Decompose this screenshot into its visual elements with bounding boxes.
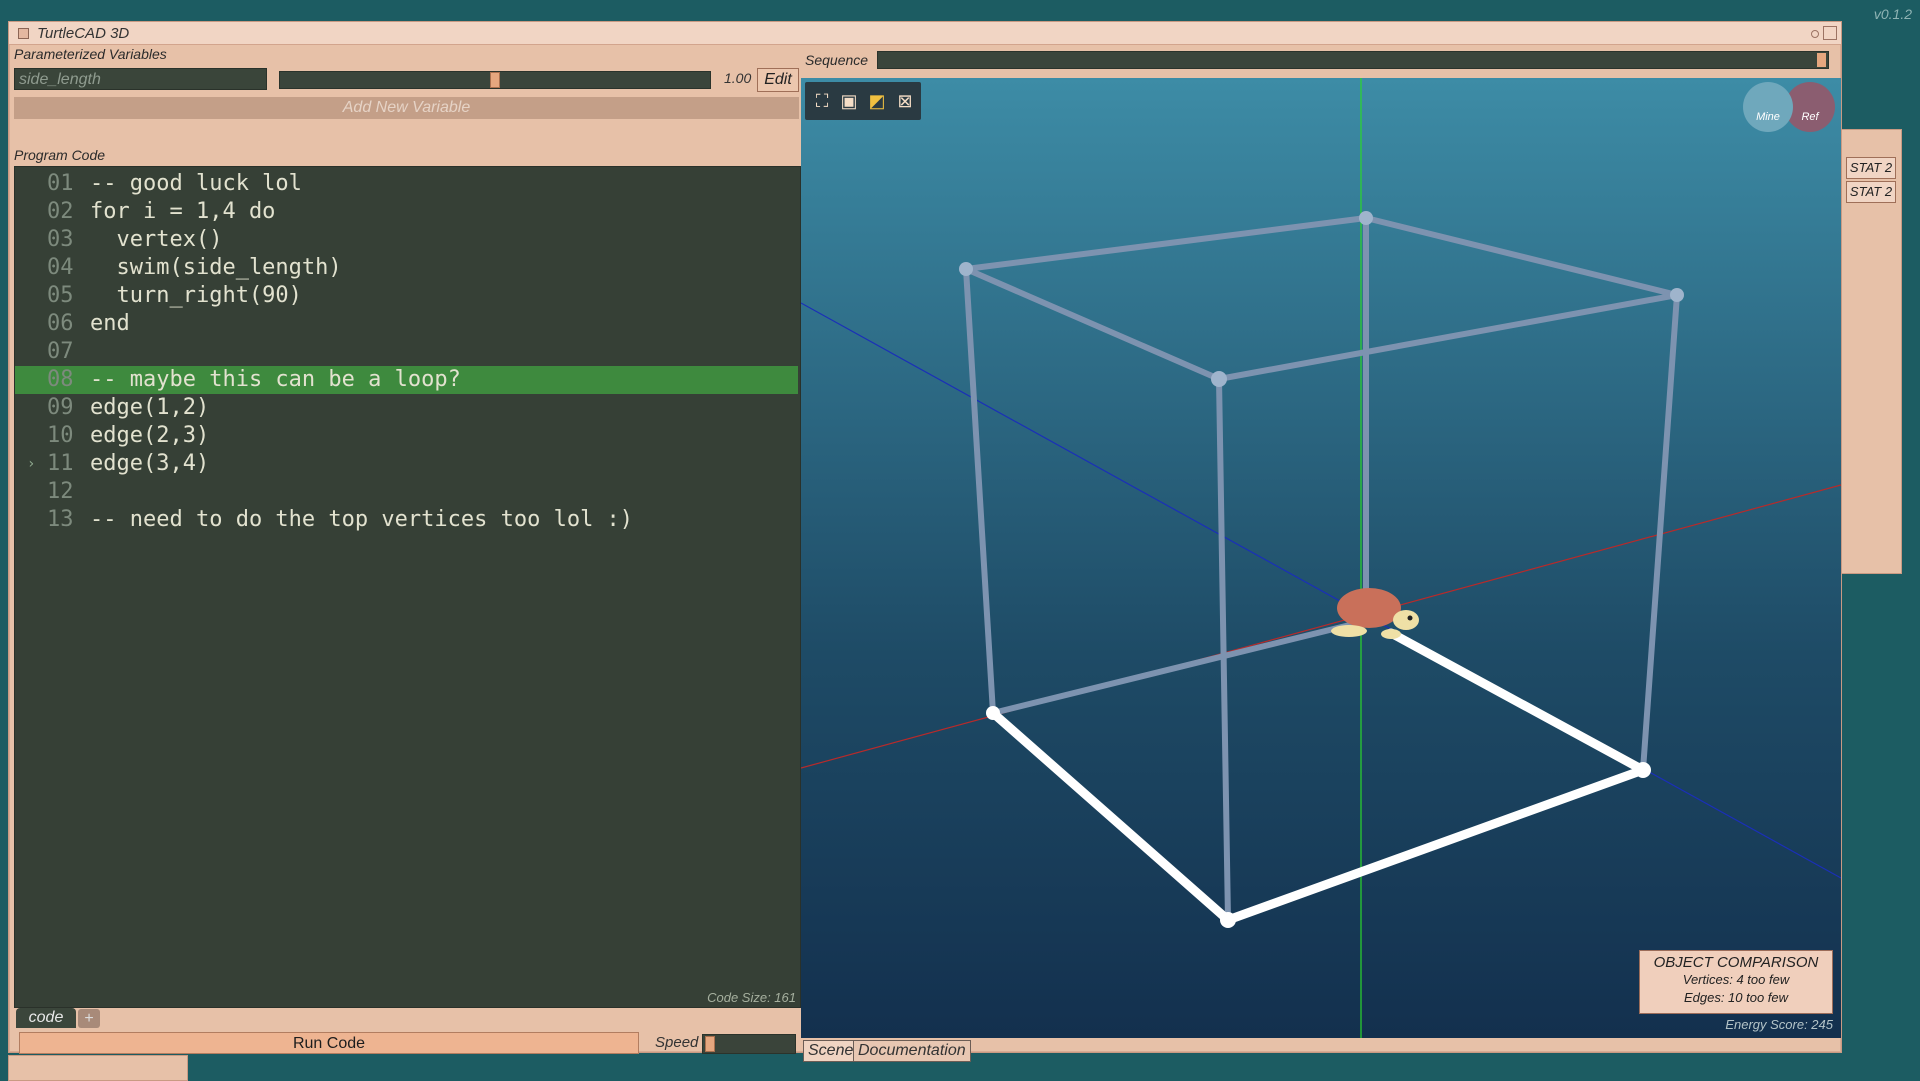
taskbar (8, 1055, 188, 1081)
variable-name-field[interactable]: side_length (14, 68, 267, 90)
tab-documentation[interactable]: Documentation (853, 1040, 971, 1062)
tab-code[interactable]: code (16, 1008, 76, 1028)
add-tab-button[interactable]: + (78, 1009, 100, 1028)
variable-slider-thumb[interactable] (490, 72, 500, 88)
line-number: 03 (47, 227, 74, 252)
minimize-icon[interactable] (1811, 30, 1819, 38)
code-editor[interactable]: 13 -- need to do the top vertices too lol… (14, 166, 801, 1008)
x-axis-line (801, 484, 1841, 769)
maximize-icon[interactable] (1823, 26, 1837, 40)
title-bar: TurtleCAD 3D (9, 22, 1841, 45)
tab-scene[interactable]: Scene (803, 1040, 859, 1062)
stat-badge[interactable]: STAT 2 (1846, 181, 1896, 203)
code-line[interactable]: 03 vertex() (15, 226, 798, 254)
line-number: 07 (47, 339, 74, 364)
code-line[interactable]: 12 (15, 478, 798, 506)
comparison-vertices: Vertices: 4 too few (1682, 972, 1790, 987)
code-line[interactable]: 10 edge(2,3) (15, 422, 798, 450)
view-toolbar: ⛶ ▣ ◩ ⊠ (805, 82, 921, 120)
comparison-title: OBJECT COMPARISON (1653, 954, 1819, 971)
code-line[interactable]: › 11 edge(3,4) (15, 450, 798, 478)
variable-slider[interactable] (279, 71, 711, 89)
sequence-label: Sequence (805, 52, 869, 68)
line-text: vertex() (90, 227, 223, 252)
run-row: Run Code Speed (14, 1032, 799, 1056)
line-number: 10 (47, 423, 74, 448)
3d-viewport[interactable]: ⛶ ▣ ◩ ⊠ Ref Mine OBJECT COMPARISON Verti… (801, 78, 1841, 1038)
line-number: 11 (47, 451, 74, 476)
line-number: 13 (47, 507, 74, 532)
fit-view-icon[interactable]: ⛶ (812, 91, 832, 111)
line-text: edge(3,4) (90, 451, 210, 476)
frame-view-icon[interactable]: ▣ (839, 91, 859, 111)
line-text: -- need to do the top vertices too lol :… (90, 507, 634, 532)
stat-badge[interactable]: STAT 2 (1846, 157, 1896, 179)
line-text: edge(1,2) (90, 395, 210, 420)
line-number: 12 (47, 479, 74, 504)
drawn-vertices (986, 706, 1651, 928)
mine-ref-toggle[interactable]: Ref Mine (1743, 80, 1837, 134)
drawn-edges (988, 628, 1648, 925)
line-text: for i = 1,4 do (90, 199, 276, 224)
line-text: turn_right(90) (90, 283, 302, 308)
code-line[interactable]: 08 -- maybe this can be a loop? (15, 366, 798, 394)
scene-canvas (801, 78, 1841, 1038)
line-number: 01 (47, 171, 74, 196)
line-number: 02 (47, 199, 74, 224)
code-line[interactable]: 13 -- need to do the top vertices too lol… (15, 506, 798, 534)
z-axis-line (801, 302, 1841, 879)
left-panel: Parameterized Variables side_length 1.00… (14, 46, 801, 1054)
code-line[interactable]: 01 -- good luck lol (15, 170, 798, 198)
line-text: swim(side_length) (90, 255, 342, 280)
speed-slider[interactable] (702, 1034, 796, 1054)
reference-edges (963, 215, 1680, 923)
view-tabs: Scene Documentation (801, 1038, 1841, 1062)
program-code-header: Program Code (14, 147, 106, 163)
object-comparison-panel: OBJECT COMPARISON Vertices: 4 too few Ed… (1639, 950, 1833, 1014)
mine-button[interactable]: Mine (1743, 82, 1793, 132)
comparison-edges: Edges: 10 too few (1683, 990, 1789, 1005)
line-number: 08 (47, 367, 74, 392)
line-number: 06 (47, 311, 74, 336)
code-size-label: Code Size: 161 (707, 990, 796, 1005)
edit-button[interactable]: Edit (757, 68, 799, 92)
version-label: v0.1.2 (1873, 6, 1912, 22)
editor-tabs: code + (14, 1008, 799, 1030)
variable-value: 1.00 (724, 70, 752, 86)
line-number: 09 (47, 395, 74, 420)
code-line[interactable]: 05 turn_right(90) (15, 282, 798, 310)
line-number: 05 (47, 283, 74, 308)
code-line[interactable]: 06 end (15, 310, 798, 338)
variables-header: Parameterized Variables (14, 46, 167, 62)
stats-window: STAT 2 STAT 2 (1841, 129, 1902, 574)
code-line[interactable]: 04 swim(side_length) (15, 254, 798, 282)
sequence-slider-thumb[interactable] (1817, 53, 1826, 67)
code-line[interactable]: 09 edge(1,2) (15, 394, 798, 422)
code-line[interactable]: 02 for i = 1,4 do (15, 198, 798, 226)
turtle-icon (1331, 588, 1419, 639)
window-menu-icon[interactable] (18, 28, 29, 39)
main-window: TurtleCAD 3D Parameterized Variables sid… (8, 21, 1842, 1062)
line-number: 04 (47, 255, 74, 280)
run-code-button[interactable]: Run Code (19, 1032, 639, 1054)
line-text: -- maybe this can be a loop? (90, 367, 461, 392)
line-marker-icon: › (27, 456, 36, 472)
speed-slider-thumb[interactable] (705, 1036, 715, 1052)
code-line[interactable]: 07 (15, 338, 798, 366)
variable-row: side_length 1.00 Edit (14, 68, 799, 92)
energy-score: Energy Score: 245 (1725, 1017, 1833, 1032)
speed-label: Speed (655, 1034, 699, 1051)
line-text: -- good luck lol (90, 171, 302, 196)
window-title: TurtleCAD 3D (37, 25, 130, 42)
add-variable-button[interactable]: Add New Variable (14, 97, 799, 119)
shaded-view-icon[interactable]: ◩ (867, 91, 887, 111)
sequence-slider[interactable] (877, 51, 1829, 69)
wireframe-view-icon[interactable]: ⊠ (895, 91, 915, 111)
line-text: end (90, 311, 130, 336)
line-text: edge(2,3) (90, 423, 210, 448)
